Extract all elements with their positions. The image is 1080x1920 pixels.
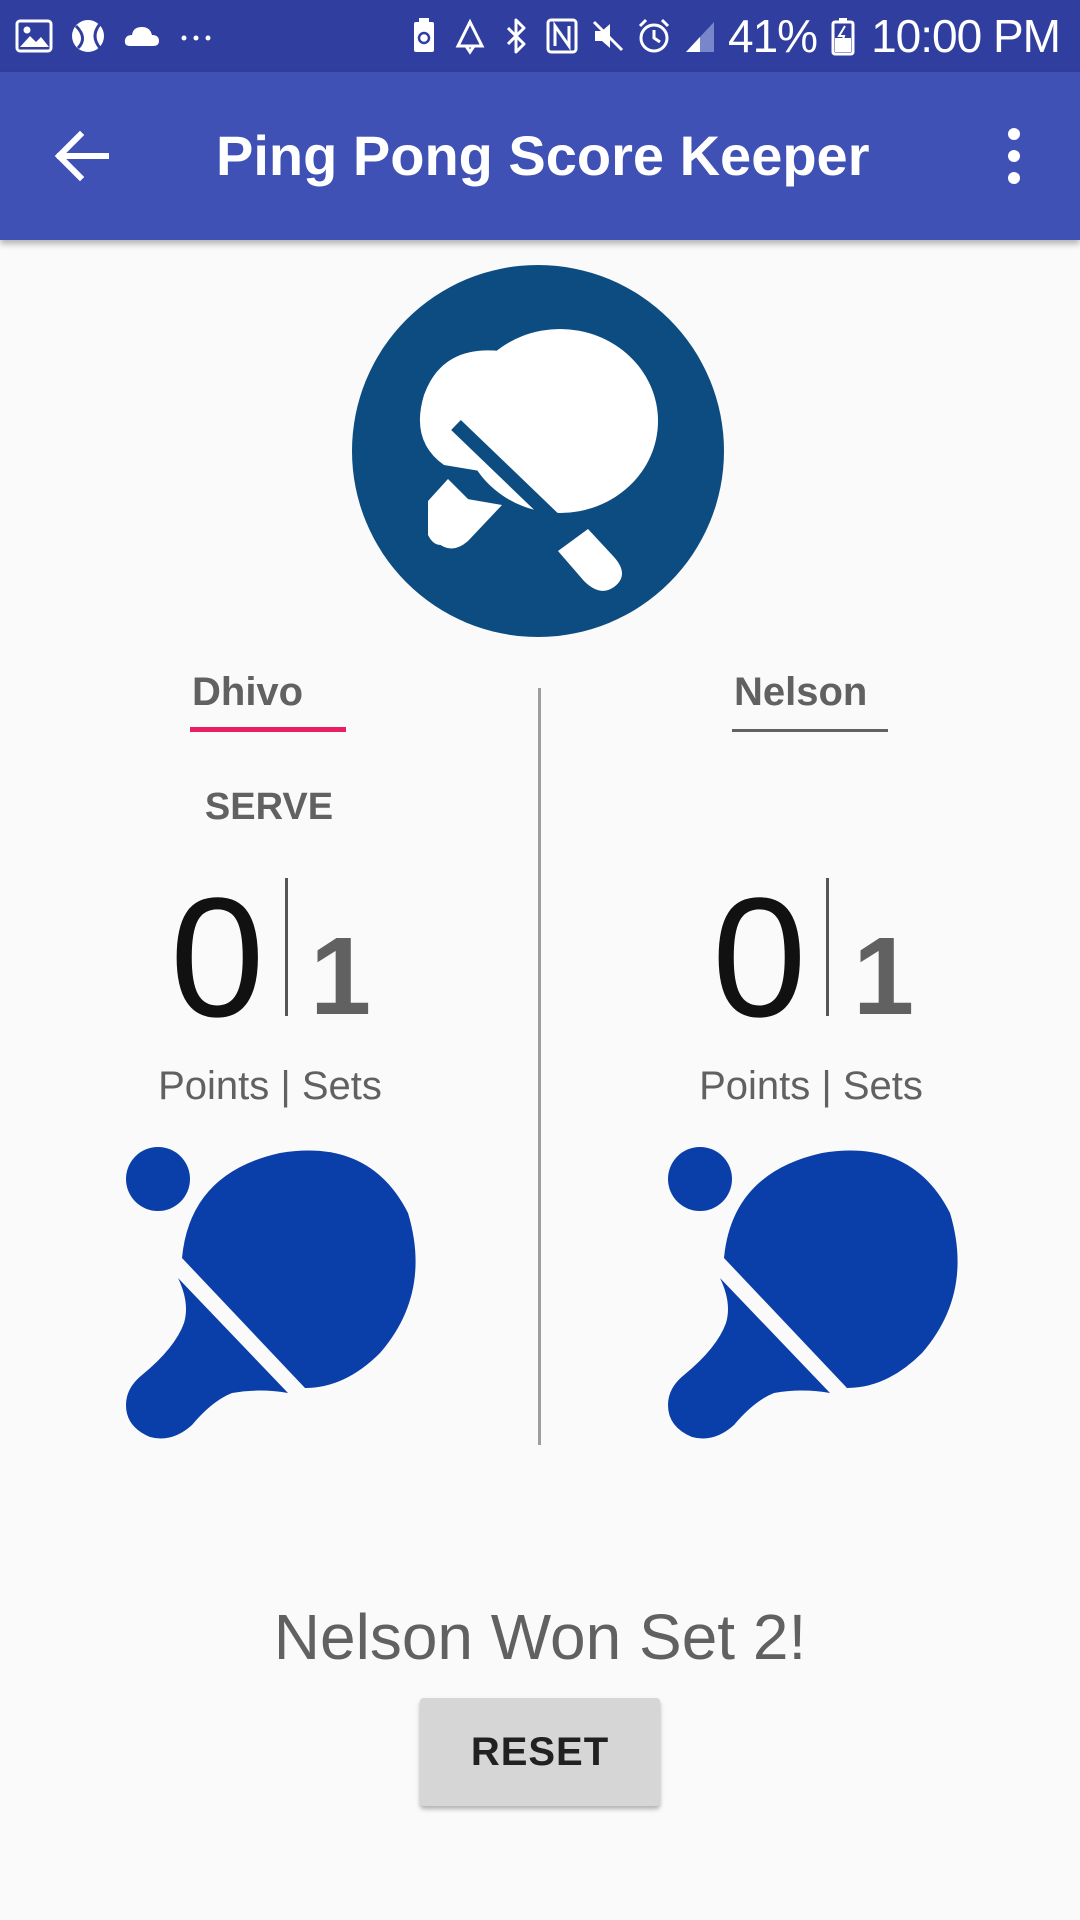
- player-one-serve-label: SERVE: [204, 786, 334, 828]
- player-one-name-field[interactable]: Dhivo: [190, 660, 350, 732]
- player-one-name: Dhivo: [192, 670, 304, 714]
- notification-icons: [14, 14, 230, 58]
- player-two-name-field[interactable]: Nelson: [732, 660, 892, 732]
- player-one-sets: 1: [310, 915, 372, 1038]
- player-two-panel: Nelson 0 1 Points | Sets: [541, 660, 1080, 1460]
- player-one-score-caption: Points | Sets: [158, 1064, 382, 1108]
- player-two-name-underline: [732, 729, 888, 732]
- signal-icon: [682, 16, 718, 56]
- more-dots-icon: [176, 16, 216, 56]
- player-two-paddle-button[interactable]: [662, 1143, 962, 1443]
- system-icons: 41% 10:00 PM: [406, 10, 1080, 62]
- battery-percent: 41%: [728, 10, 818, 62]
- back-button[interactable]: [42, 116, 122, 196]
- clock: 10:00 PM: [871, 10, 1061, 62]
- status-bar: 41% 10:00 PM: [0, 0, 1080, 72]
- player-one-panel: Dhivo SERVE 0 1 Points | Sets: [0, 660, 540, 1460]
- player-two-score-caption: Points | Sets: [699, 1064, 923, 1108]
- arrow-back-icon: [54, 130, 109, 182]
- app-title: Ping Pong Score Keeper: [216, 124, 870, 187]
- paddle-icon: [126, 1147, 416, 1439]
- player-one-points: 0: [170, 863, 265, 1053]
- paddle-icon: [668, 1147, 958, 1439]
- player-two-score-separator: [826, 878, 829, 1016]
- app-bar: Ping Pong Score Keeper: [0, 72, 1080, 240]
- image-icon: [14, 16, 54, 56]
- bluetooth-icon: [498, 16, 534, 56]
- game-status-message: Nelson Won Set 2!: [273, 1601, 807, 1673]
- reset-button[interactable]: RESET: [420, 1698, 660, 1806]
- ball-icon: [68, 16, 108, 56]
- mute-icon: [590, 16, 626, 56]
- battery-saver-icon: [406, 16, 442, 56]
- player-one-paddle-button[interactable]: [120, 1143, 420, 1443]
- player-two-points: 0: [712, 863, 807, 1053]
- cloud-icon: [122, 16, 162, 56]
- nfc-icon: [544, 16, 580, 56]
- overflow-menu-button[interactable]: [974, 116, 1054, 196]
- battery-icon: [825, 16, 861, 56]
- alarm-icon: [636, 16, 672, 56]
- more-vert-icon: [1008, 128, 1020, 184]
- player-two-name: Nelson: [734, 670, 868, 714]
- recycle-icon: [452, 16, 488, 56]
- ping-pong-paddles-logo: [352, 265, 724, 637]
- app-logo: [352, 265, 724, 637]
- player-one-name-underline: [190, 727, 346, 732]
- player-two-sets: 1: [853, 915, 915, 1038]
- player-one-score-separator: [285, 878, 288, 1016]
